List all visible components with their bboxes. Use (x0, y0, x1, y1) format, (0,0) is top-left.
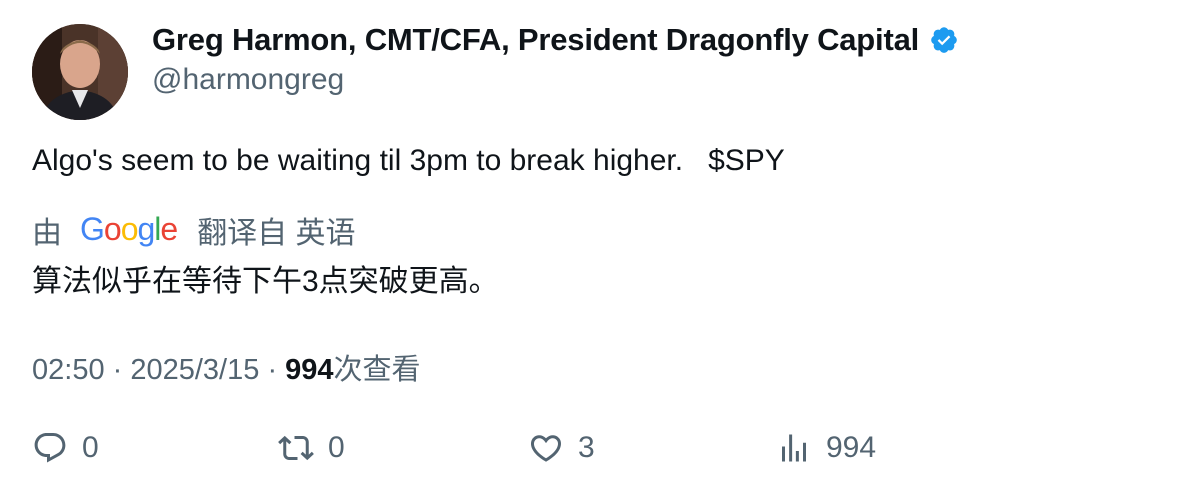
translated-text: 算法似乎在等待下午3点突破更高。 (32, 265, 499, 298)
author-name-row: Greg Harmon, CMT/CFA, President Dragonfl… (152, 22, 959, 58)
heart-icon (530, 435, 562, 462)
tweet-text: Algo's seem to be waiting til 3pm to bre… (32, 144, 785, 177)
avatar-image (32, 24, 128, 120)
translated-from-label: 翻译自 英语 (197, 217, 356, 250)
retweet-button[interactable]: 0 (278, 430, 345, 466)
tweet-date[interactable]: 2025/3/15 (130, 354, 259, 386)
translation-attribution: 由 Google 翻译自 英语 (32, 208, 356, 252)
views-count-bold: 994 (285, 354, 334, 386)
tweet-meta: 02:50 · 2025/3/15 · 994次查看 (32, 346, 421, 388)
views-count: 994 (826, 431, 877, 464)
like-count: 3 (578, 431, 595, 464)
action-bar: 0 0 3 994 (32, 430, 1152, 474)
google-logo: Google (80, 210, 178, 247)
like-button[interactable]: 3 (528, 430, 595, 466)
translated-by-label: 由 (32, 217, 62, 250)
meta-separator: · (267, 354, 286, 386)
reply-count: 0 (82, 431, 99, 464)
tweet-card: Greg Harmon, CMT/CFA, President Dragonfl… (0, 0, 1196, 498)
author-handle[interactable]: @harmongreg (152, 63, 344, 97)
tweet-time[interactable]: 02:50 (32, 354, 105, 386)
verified-badge-icon[interactable] (929, 25, 959, 55)
meta-separator: · (112, 354, 131, 386)
reply-button[interactable]: 0 (32, 430, 99, 466)
views-button[interactable]: 994 (776, 430, 876, 466)
author-display-name[interactable]: Greg Harmon, CMT/CFA, President Dragonfl… (152, 22, 919, 58)
retweet-count: 0 (328, 431, 345, 464)
views-label: 次查看 (333, 354, 421, 386)
reply-icon (34, 433, 66, 463)
analytics-icon (782, 434, 806, 462)
avatar[interactable] (32, 24, 128, 120)
retweet-icon (278, 435, 314, 461)
